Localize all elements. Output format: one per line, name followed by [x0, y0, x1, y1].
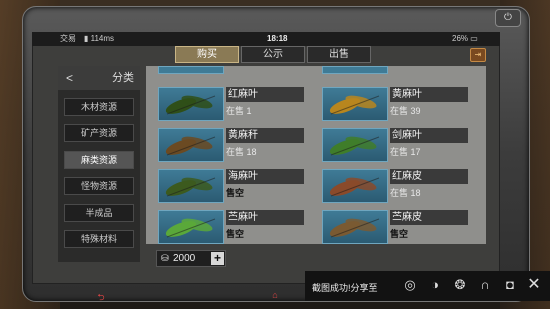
sidebar-item-monster[interactable]: 怪物资源 [64, 177, 134, 195]
item-status: 售空 [390, 229, 409, 239]
item-card[interactable]: 红麻叶 在售 1 [146, 87, 304, 121]
item-card[interactable]: 海麻叶 售空 [146, 169, 304, 203]
leaf-icon [323, 170, 387, 207]
chat-icon[interactable]: ◘ [501, 276, 519, 294]
item-card[interactable]: 黄麻秆 在售 18 [146, 128, 304, 162]
sidebar-header: < 分类 [58, 66, 140, 90]
signal-icon: ▮ [84, 34, 91, 43]
status-time: 18:18 [267, 34, 288, 43]
sidebar-item-ore[interactable]: 矿产资源 [64, 124, 134, 142]
sidebar-item-wood[interactable]: 木材资源 [64, 98, 134, 116]
exit-icon[interactable]: ⇥ [470, 48, 486, 62]
item-card[interactable]: 苎麻叶 售空 [146, 210, 304, 244]
leaf-icon [323, 129, 387, 166]
item-name: 苎麻叶 [226, 210, 304, 225]
leaf-icon [159, 211, 223, 244]
sidebar-item-semi-finished[interactable]: 半成品 [64, 204, 134, 222]
item-name: 黄麻秆 [226, 128, 304, 143]
item-status: 售空 [226, 229, 245, 239]
headset-icon[interactable]: ∩ [476, 276, 494, 294]
item-name: 苎麻皮 [390, 210, 468, 225]
chevron-left-icon[interactable]: < [66, 66, 73, 90]
sidebar-item-hemp[interactable]: 麻类资源 [64, 151, 134, 169]
back-icon[interactable]: ⮌ [90, 290, 112, 302]
leaf-icon [323, 88, 387, 125]
share-label: 截图成功!分享至 [312, 283, 378, 293]
item-card[interactable]: 黄麻叶 在售 39 [310, 87, 468, 121]
item-status: 在售 39 [390, 106, 421, 116]
tab-buy[interactable]: 购买 [175, 46, 239, 63]
item-status: 在售 18 [226, 147, 257, 157]
item-status: 在售 1 [226, 106, 252, 116]
item-status: 在售 18 [390, 188, 421, 198]
item-name: 剑麻叶 [390, 128, 468, 143]
leaf-icon [323, 211, 387, 244]
status-signal: ▮ 114ms [84, 34, 115, 43]
sidebar-title: 分类 [112, 72, 134, 84]
coin-icon: ⛁ [161, 253, 169, 263]
item-status: 在售 17 [390, 147, 421, 157]
item-name: 黄麻叶 [390, 87, 468, 102]
tab-notice[interactable]: 公示 [241, 46, 305, 63]
item-status: 售空 [226, 188, 245, 198]
leaf-icon [159, 170, 223, 207]
quantity-value: 2000 [173, 253, 196, 264]
item-thumbnail [322, 210, 388, 244]
item-thumbnail [158, 87, 224, 121]
home-icon[interactable]: ⌂ [264, 290, 286, 302]
prev-row-thumb [322, 66, 388, 74]
item-thumbnail [158, 210, 224, 244]
top-power-icon[interactable]: ⏻ [495, 9, 521, 27]
close-icon[interactable]: ✕ [525, 276, 543, 294]
quantity-stepper[interactable]: ⛁ 2000 + [156, 250, 226, 267]
tab-sell[interactable]: 出售 [307, 46, 371, 63]
item-thumbnail [322, 169, 388, 203]
battery-icon: ▭ [470, 34, 478, 43]
item-card[interactable]: 苎麻皮 售空 [310, 210, 468, 244]
wechat-icon[interactable]: ◑ [426, 276, 444, 294]
item-name: 红麻皮 [390, 169, 468, 184]
tab-bar: 购买 公示 出售 [175, 46, 373, 63]
item-card[interactable]: 剑麻叶 在售 17 [310, 128, 468, 162]
category-sidebar: < 分类 木材资源 矿产资源 麻类资源 怪物资源 半成品 特殊材料 [58, 66, 140, 262]
item-thumbnail [158, 169, 224, 203]
leaf-icon [159, 88, 223, 125]
sidebar-item-special[interactable]: 特殊材料 [64, 230, 134, 248]
status-app-name: 交易 [60, 34, 76, 43]
item-thumbnail [322, 128, 388, 162]
weibo-icon[interactable]: ◎ [401, 276, 419, 294]
status-bar: 交易 ▮ 114ms 18:18 26% ▭ [32, 32, 500, 46]
item-name: 海麻叶 [226, 169, 304, 184]
item-thumbnail [322, 87, 388, 121]
share-bar: 截图成功!分享至 ◎ ◑ ❂ ∩ ◘ ✕ [305, 271, 550, 301]
item-name: 红麻叶 [226, 87, 304, 102]
item-grid: 红麻叶 在售 1 黄麻叶 在售 39 黄麻秆 在售 18 剑麻叶 在售 17 海… [146, 66, 486, 244]
item-card[interactable]: 红麻皮 在售 18 [310, 169, 468, 203]
item-thumbnail [158, 128, 224, 162]
moments-icon[interactable]: ❂ [451, 276, 469, 294]
prev-row-thumb [158, 66, 224, 74]
leaf-icon [159, 129, 223, 166]
add-quantity-button[interactable]: + [211, 252, 224, 265]
status-battery: 26% ▭ [452, 34, 478, 43]
